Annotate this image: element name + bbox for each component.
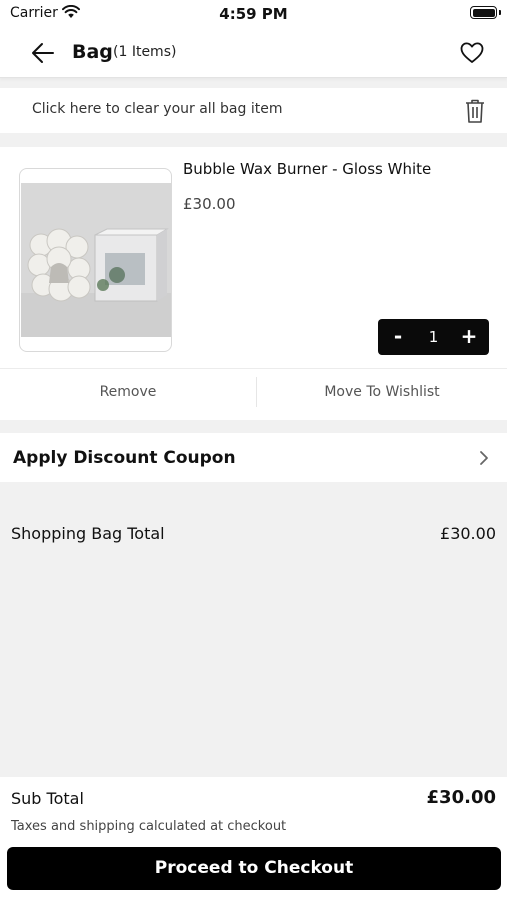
product-image[interactable] bbox=[19, 168, 172, 352]
clear-bag-label: Click here to clear your all bag item bbox=[32, 101, 283, 117]
tax-note: Taxes and shipping calculated at checkou… bbox=[11, 819, 287, 834]
product-price: £30.00 bbox=[183, 195, 236, 213]
status-time: 4:59 PM bbox=[219, 5, 288, 23]
status-bar: Carrier 4:59 PM bbox=[0, 0, 507, 28]
apply-coupon-row[interactable]: Apply Discount Coupon bbox=[0, 433, 507, 482]
quantity-stepper: - 1 + bbox=[378, 319, 489, 355]
subtotal-label: Sub Total bbox=[11, 789, 84, 808]
battery-icon bbox=[470, 6, 497, 19]
item-count: (1 Items) bbox=[113, 44, 177, 60]
cart-item: Bubble Wax Burner - Gloss White £30.00 -… bbox=[0, 147, 507, 420]
move-to-wishlist-button[interactable]: Move To Wishlist bbox=[257, 369, 507, 419]
checkout-footer: Sub Total £30.00 Taxes and shipping calc… bbox=[0, 777, 507, 900]
product-photo bbox=[21, 183, 171, 337]
clear-bag-row[interactable]: Click here to clear your all bag item bbox=[0, 88, 507, 133]
bag-total-label: Shopping Bag Total bbox=[11, 524, 165, 543]
bag-total-value: £30.00 bbox=[440, 524, 496, 543]
coupon-label: Apply Discount Coupon bbox=[13, 448, 236, 468]
chevron-right-icon bbox=[480, 451, 488, 465]
remove-button[interactable]: Remove bbox=[0, 369, 256, 419]
back-arrow-icon[interactable] bbox=[30, 40, 56, 66]
nav-bar: Bag (1 Items) bbox=[0, 28, 507, 78]
product-name[interactable]: Bubble Wax Burner - Gloss White bbox=[183, 160, 431, 178]
wax-burner-illustration bbox=[21, 183, 171, 337]
increment-button[interactable]: + bbox=[451, 319, 487, 355]
proceed-to-checkout-button[interactable]: Proceed to Checkout bbox=[7, 847, 501, 890]
subtotal-value: £30.00 bbox=[426, 787, 496, 808]
heart-icon[interactable] bbox=[459, 40, 485, 66]
trash-icon[interactable] bbox=[463, 98, 487, 124]
battery-cap bbox=[499, 10, 501, 15]
bag-screen: Carrier 4:59 PM Bag (1 Items) Click here… bbox=[0, 0, 507, 900]
page-title: Bag bbox=[72, 41, 113, 63]
